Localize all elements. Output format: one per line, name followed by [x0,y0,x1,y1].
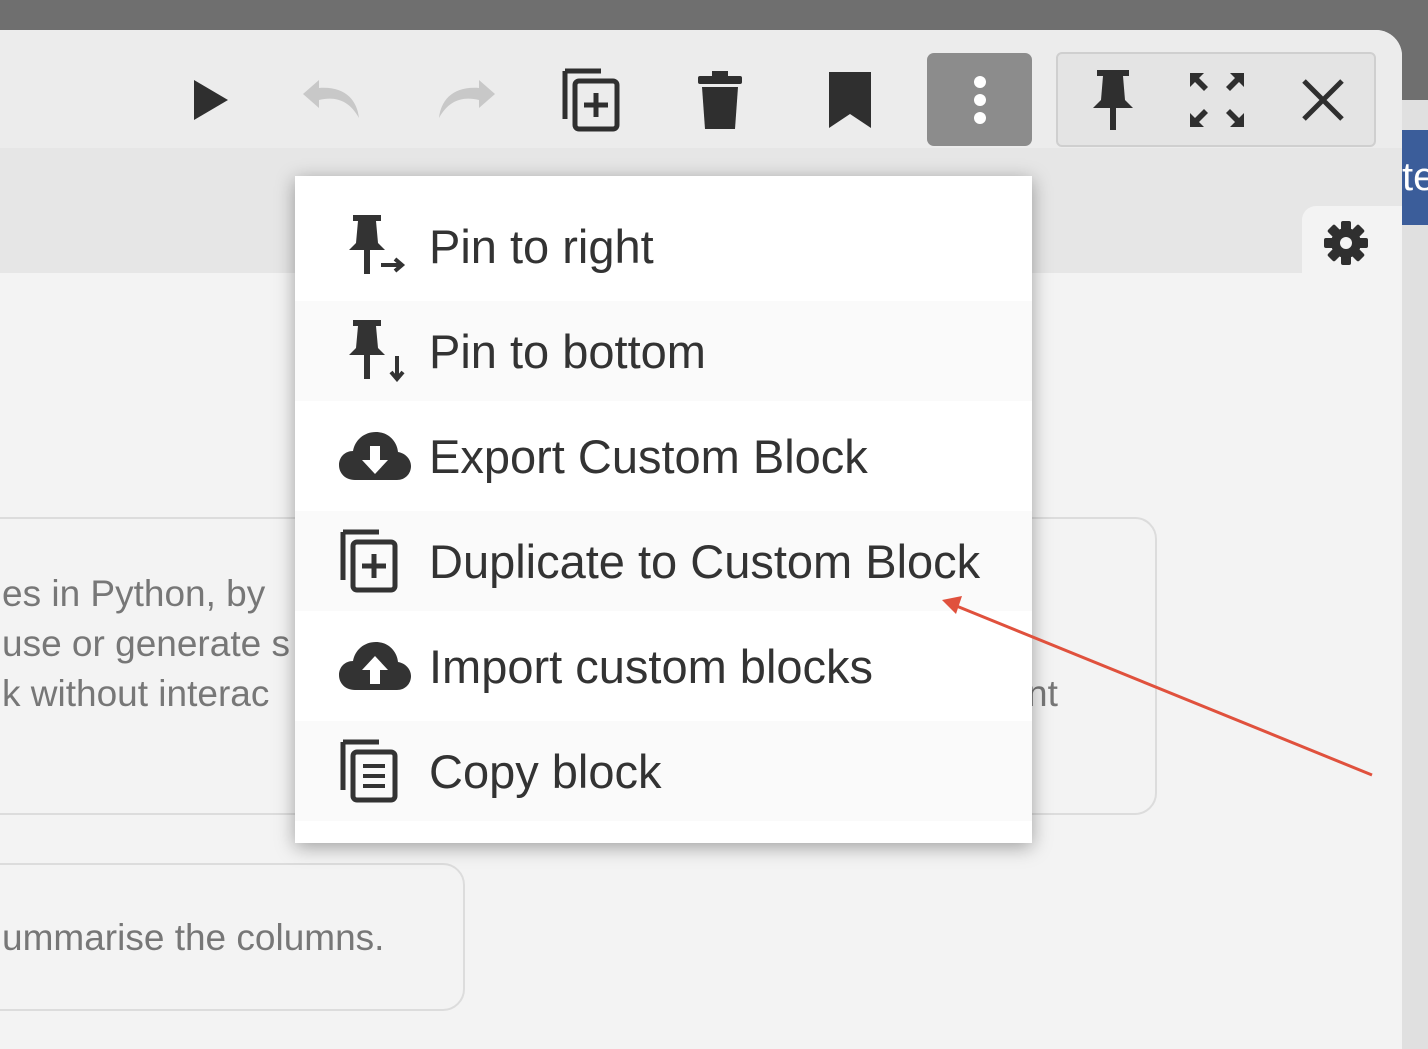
annotation-arrow [942,596,1373,777]
annotation-arrow-line [953,603,1373,777]
annotation-arrow-head-icon [942,596,962,614]
